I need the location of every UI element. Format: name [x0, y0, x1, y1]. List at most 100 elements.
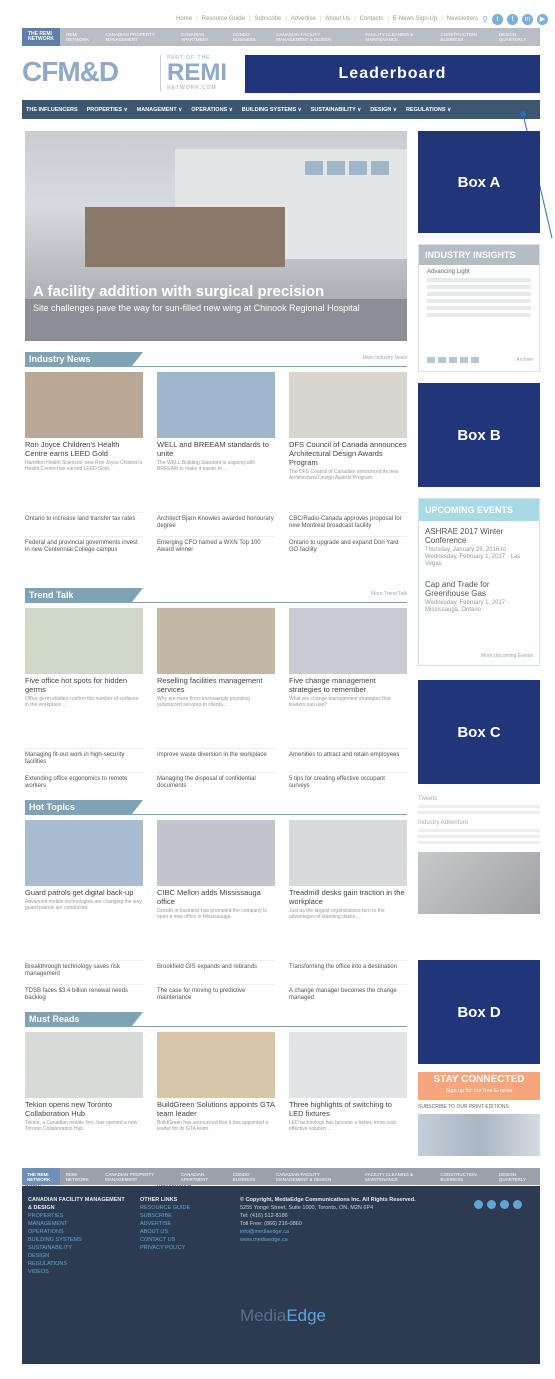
related-article-link[interactable]: Extending office ergonomics to remote wo… — [25, 772, 143, 790]
twitter-handle[interactable]: Industry Adventure — [418, 820, 540, 826]
related-article-link[interactable]: Managing the disposal of confidential do… — [157, 772, 275, 790]
article-title[interactable]: Treadmill desks gain traction in the wor… — [289, 888, 407, 906]
article-thumbnail[interactable] — [157, 608, 275, 674]
print-editions-image[interactable] — [418, 1114, 540, 1156]
footer-link[interactable]: OPERATIONS — [28, 1228, 128, 1236]
ad-box-c[interactable]: Box C — [418, 680, 540, 784]
article-card[interactable]: Guard patrols get digital back-up Advance… — [25, 820, 143, 911]
article-title[interactable]: Reselling facilities management services — [157, 676, 275, 694]
section-more-link[interactable]: More Trend Talk — [371, 591, 407, 597]
article-thumbnail[interactable] — [25, 608, 143, 674]
ad-box-a[interactable]: Box A — [418, 131, 540, 233]
related-article-link[interactable]: Federal and provincial governments inves… — [25, 536, 143, 554]
article-thumbnail[interactable] — [289, 820, 407, 886]
related-article-link[interactable]: Breakthrough technology saves risk manag… — [25, 960, 143, 978]
footer-website[interactable]: www.mediaedge.ca — [240, 1236, 440, 1244]
related-article-link[interactable]: A change manager becomes the change mana… — [289, 984, 407, 1002]
linkedin-icon[interactable] — [500, 1200, 509, 1209]
event-title[interactable]: ASHRAE 2017 Winter Conference — [419, 521, 539, 545]
tweet-image[interactable] — [418, 852, 540, 914]
related-article-link[interactable]: TDSB faces $3.4 billion renewal needs ba… — [25, 984, 143, 1002]
section-label[interactable]: Hot Topics — [25, 800, 143, 815]
section-more-link[interactable]: More Industry News — [363, 355, 407, 361]
twitter-icon[interactable] — [474, 1200, 483, 1209]
article-card[interactable]: WELL and BREEAM standards to unite The WE… — [157, 372, 275, 472]
article-thumbnail[interactable] — [25, 372, 143, 438]
footer-network-item[interactable]: CANADIAN FACILITY MANAGEMENT & DESIGN — [270, 1172, 359, 1182]
article-thumbnail[interactable] — [157, 372, 275, 438]
article-title[interactable]: DFS Council of Canada announces Architec… — [289, 440, 407, 467]
section-label[interactable]: Trend Talk — [25, 588, 143, 603]
ad-box-d[interactable]: Box D — [418, 960, 540, 1064]
article-title[interactable]: Five change management strategies to rem… — [289, 676, 407, 694]
article-card[interactable]: Ron Joyce Children's Health Centre earns… — [25, 372, 143, 472]
article-title[interactable]: Guard patrols get digital back-up — [25, 888, 143, 897]
article-title[interactable]: WELL and BREEAM standards to unite — [157, 440, 275, 458]
related-article-link[interactable]: Ontario to increase land transfer tax ra… — [25, 512, 143, 523]
insights-archive-link[interactable]: Archive — [516, 357, 533, 363]
insights-pagination[interactable] — [427, 357, 479, 363]
article-thumbnail[interactable] — [25, 820, 143, 886]
article-thumbnail[interactable] — [25, 1032, 143, 1098]
footer-link[interactable]: SUSTAINABILITY — [28, 1244, 128, 1252]
article-title[interactable]: Tekion opens new Toronto Collaboration H… — [25, 1100, 143, 1118]
footer-link[interactable]: ABOUT US — [140, 1228, 230, 1236]
mediaedge-logo[interactable]: MediaEdge — [240, 1306, 326, 1326]
footer-email[interactable]: info@mediaedge.ca — [240, 1228, 440, 1236]
footer-network-item[interactable]: CONSTRUCTION BUSINESS — [434, 1172, 492, 1182]
stay-connected-banner[interactable]: STAY CONNECTED Sign up for our free E-ne… — [418, 1072, 540, 1100]
article-thumbnail[interactable] — [289, 372, 407, 438]
section-label[interactable]: Industry News — [25, 352, 143, 367]
hero-headline[interactable]: A facility addition with surgical precis… — [33, 283, 324, 300]
article-card[interactable]: Three highlights of switching to LED fix… — [289, 1032, 407, 1132]
related-article-link[interactable]: Managing fit-out work in high-security f… — [25, 748, 143, 766]
footer-link[interactable]: VIDEOS — [28, 1268, 128, 1276]
article-card[interactable]: Five office hot spots for hidden germs Of… — [25, 608, 143, 708]
related-article-link[interactable]: Architect Bjarn Knowles awarded honourar… — [157, 512, 275, 530]
hero-feature[interactable]: A facility addition with surgical precis… — [25, 131, 407, 341]
related-article-link[interactable]: Brookfield GIS expands and rebrands — [157, 960, 275, 971]
footer-link[interactable]: RESOURCE GUIDE — [140, 1204, 230, 1212]
related-article-link[interactable]: Transforming the office into a destinati… — [289, 960, 407, 971]
article-title[interactable]: CIBC Mellon adds Mississauga office — [157, 888, 275, 906]
related-article-link[interactable]: 5 tips for creating effective occupant s… — [289, 772, 407, 790]
article-card[interactable]: Tekion opens new Toronto Collaboration H… — [25, 1032, 143, 1132]
related-article-link[interactable]: The case for moving to predictive mainte… — [157, 984, 275, 1002]
related-article-link[interactable]: Emerging CFO named a WXN Top 100 Award w… — [157, 536, 275, 554]
footer-link[interactable]: SUBSCRIBE — [140, 1212, 230, 1220]
article-card[interactable]: Treadmill desks gain traction in the wor… — [289, 820, 407, 920]
related-article-link[interactable]: Amenities to attract and retain employee… — [289, 748, 407, 759]
footer-link[interactable]: DESIGN — [28, 1252, 128, 1260]
youtube-icon[interactable] — [513, 1200, 522, 1209]
article-card[interactable]: BuildGreen Solutions appoints GTA team l… — [157, 1032, 275, 1132]
article-thumbnail[interactable] — [289, 608, 407, 674]
footer-network-item[interactable]: REMI NETWORK — [60, 1172, 99, 1182]
article-card[interactable]: CIBC Mellon adds Mississauga office Growt… — [157, 820, 275, 920]
footer-link[interactable]: MANAGEMENT — [28, 1220, 128, 1228]
article-thumbnail[interactable] — [157, 1032, 275, 1098]
footer-link[interactable]: CONTACT US — [140, 1236, 230, 1244]
event-title[interactable]: Cap and Trade for Greenhouse Gas — [419, 568, 539, 598]
article-card[interactable]: Reselling facilities management services… — [157, 608, 275, 708]
ad-box-b[interactable]: Box B — [418, 383, 540, 487]
article-thumbnail[interactable] — [289, 1032, 407, 1098]
related-article-link[interactable]: CBC/Radio-Canada approves proposal for n… — [289, 512, 407, 530]
article-title[interactable]: Ron Joyce Children's Health Centre earns… — [25, 440, 143, 458]
article-title[interactable]: BuildGreen Solutions appoints GTA team l… — [157, 1100, 275, 1118]
article-thumbnail[interactable] — [157, 820, 275, 886]
footer-network-item[interactable]: CONDO BUSINESS — [227, 1172, 270, 1182]
footer-network-item[interactable]: FACILITY CLEANING & MAINTENANCE — [359, 1172, 434, 1182]
footer-network-item[interactable]: DESIGN QUARTERLY — [493, 1172, 540, 1182]
article-card[interactable]: Five change management strategies to rem… — [289, 608, 407, 708]
footer-link[interactable]: BUILDING SYSTEMS — [28, 1236, 128, 1244]
more-events-link[interactable]: More Upcoming Events — [481, 653, 533, 659]
section-label[interactable]: Must Reads — [25, 1012, 143, 1027]
footer-network-item[interactable]: CANADIAN PROPERTY MANAGEMENT — [99, 1172, 175, 1182]
article-title[interactable]: Three highlights of switching to LED fix… — [289, 1100, 407, 1118]
footer-link[interactable]: REGULATIONS — [28, 1260, 128, 1268]
subscribe-print-label[interactable]: SUBSCRIBE TO OUR PRINT EDITIONS — [418, 1104, 540, 1110]
article-title[interactable]: Five office hot spots for hidden germs — [25, 676, 143, 694]
facebook-icon[interactable] — [487, 1200, 496, 1209]
footer-link[interactable]: ADVERTISE — [140, 1220, 230, 1228]
footer-network-tag[interactable]: THE REMI NETWORK — [22, 1168, 60, 1185]
